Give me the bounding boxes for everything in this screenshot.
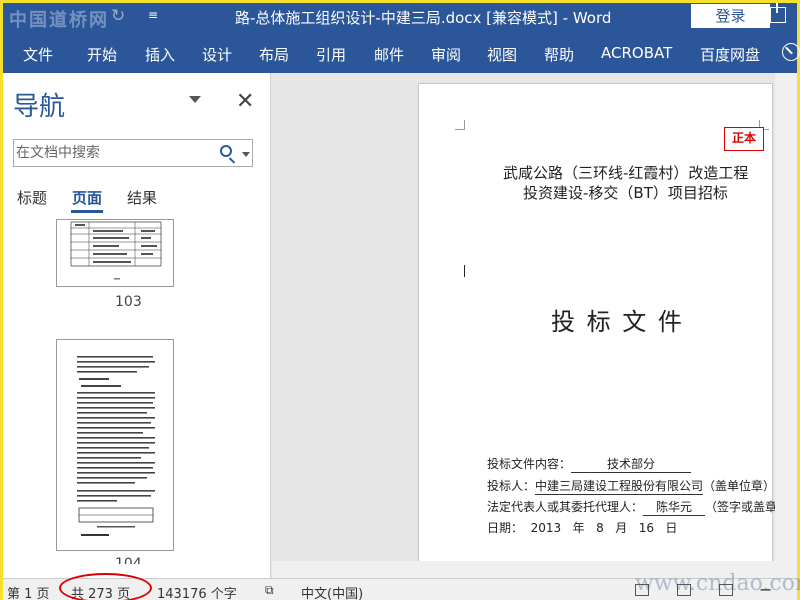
bidder-row: 投标人：中建三局建设工程股份有限公司（盖单位章） bbox=[487, 477, 775, 495]
ribbon-display-options-icon[interactable] bbox=[770, 3, 786, 23]
logo-watermark: 中国道桥网 bbox=[9, 10, 109, 31]
date-year-unit: 年 bbox=[572, 521, 585, 535]
tab-review[interactable]: 审阅 bbox=[431, 44, 461, 65]
ribbon-tab-bar: 文件 开始 插入 设计 布局 引用 邮件 审阅 视图 帮助 ACROBAT 百度… bbox=[3, 33, 800, 73]
representative-row: 法定代表人或其委托代理人： 陈华元 （签字或盖章） bbox=[487, 498, 789, 516]
active-tab-indicator bbox=[71, 210, 103, 213]
page-indicator[interactable]: 第 1 页 bbox=[7, 583, 50, 600]
close-icon[interactable]: ✕ bbox=[236, 89, 254, 114]
tab-layout[interactable]: 布局 bbox=[259, 44, 289, 65]
tab-headings[interactable]: 标题 bbox=[17, 187, 47, 208]
page-thumbnails: 103 104 bbox=[3, 219, 270, 564]
tab-file[interactable]: 文件 bbox=[23, 44, 53, 65]
thumbnail-table-preview bbox=[70, 221, 162, 280]
date-row: 日期： 2013 年 8 月 16 日 bbox=[487, 519, 677, 536]
tab-mailings[interactable]: 邮件 bbox=[374, 44, 404, 65]
tab-baidu-netdisk[interactable]: 百度网盘 bbox=[700, 44, 760, 65]
document-title: 路-总体施工组织设计-中建三局.docx [兼容模式] - Word bbox=[235, 9, 612, 27]
vertical-scrollbar[interactable] bbox=[775, 73, 797, 578]
tab-pages[interactable]: 页面 bbox=[72, 187, 102, 208]
search-input[interactable] bbox=[16, 142, 211, 164]
main-heading: 投 标 文 件 bbox=[551, 308, 684, 336]
document-page[interactable]: 正本 武咸公路（三环线-红霞村）改造工程 投资建设-移交（BT）项目招标 投 标… bbox=[418, 83, 789, 573]
tab-results[interactable]: 结果 bbox=[127, 187, 157, 208]
doc-title-line-2: 投资建设-移交（BT）项目招标 bbox=[523, 184, 728, 202]
language-indicator[interactable]: 中文(中国) bbox=[301, 583, 363, 600]
proofing-icon[interactable]: ⧉ bbox=[265, 583, 274, 598]
search-icon[interactable] bbox=[220, 145, 232, 157]
tab-help[interactable]: 帮助 bbox=[544, 44, 574, 65]
undo-icon[interactable]: ↻ bbox=[111, 6, 125, 26]
word-count[interactable]: 143176 个字 bbox=[157, 583, 237, 600]
page-corner-mark bbox=[455, 120, 465, 130]
search-options-chevron-down-icon[interactable] bbox=[242, 152, 250, 157]
nav-pane-divider[interactable] bbox=[270, 73, 271, 578]
nav-options-chevron-down-icon[interactable] bbox=[189, 96, 201, 103]
document-canvas: 正本 武咸公路（三环线-红霞村）改造工程 投资建设-移交（BT）项目招标 投 标… bbox=[272, 73, 797, 578]
tab-references[interactable]: 引用 bbox=[316, 44, 346, 65]
thumbnail-page-number: 104 bbox=[115, 556, 142, 564]
navigation-pane: 导航 ✕ 标题 页面 结果 bbox=[3, 73, 271, 578]
tab-acrobat[interactable]: ACROBAT bbox=[601, 44, 672, 62]
tell-me-search-icon[interactable] bbox=[782, 43, 800, 61]
representative-label: 法定代表人或其委托代理人： bbox=[487, 500, 644, 514]
title-bar: 中国道桥网 ↻ ≡ 路-总体施工组织设计-中建三局.docx [兼容模式] - … bbox=[3, 3, 797, 33]
site-watermark: www.cndao.com bbox=[635, 571, 800, 596]
nav-search-box bbox=[13, 139, 253, 167]
date-day: 16 bbox=[638, 521, 654, 535]
login-button[interactable]: 登录 bbox=[691, 4, 770, 28]
highlight-circle bbox=[59, 573, 152, 600]
tab-home[interactable]: 开始 bbox=[87, 44, 117, 65]
doc-title-line-1: 武咸公路（三环线-红霞村）改造工程 bbox=[503, 164, 749, 182]
date-year: 2013 bbox=[530, 521, 562, 535]
date-month-unit: 月 bbox=[615, 521, 628, 535]
content-label: 投标文件内容： bbox=[487, 457, 572, 471]
page-thumbnail[interactable] bbox=[56, 219, 174, 287]
tab-view[interactable]: 视图 bbox=[487, 44, 517, 65]
tab-design[interactable]: 设计 bbox=[202, 44, 232, 65]
content-row: 投标文件内容： 技术部分 bbox=[487, 455, 692, 473]
quick-access-customize-icon[interactable]: ≡ bbox=[148, 8, 158, 22]
content-value: 技术部分 bbox=[571, 455, 692, 473]
bidder-label: 投标人： bbox=[487, 479, 536, 493]
text-cursor bbox=[464, 265, 465, 277]
page-thumbnail[interactable] bbox=[56, 339, 174, 551]
bidder-note: （盖单位章） bbox=[703, 479, 776, 493]
date-label: 日期： bbox=[487, 521, 524, 535]
date-day-unit: 日 bbox=[665, 521, 678, 535]
original-copy-badge: 正本 bbox=[724, 127, 764, 151]
date-month: 8 bbox=[596, 521, 604, 535]
nav-pane-title: 导航 bbox=[13, 92, 66, 122]
bidder-value: 中建三局建设工程股份有限公司 bbox=[535, 479, 704, 495]
thumbnail-text-preview bbox=[77, 356, 155, 536]
thumbnail-page-number: 103 bbox=[115, 294, 142, 310]
tab-insert[interactable]: 插入 bbox=[145, 44, 175, 65]
representative-value: 陈华元 bbox=[643, 498, 706, 516]
